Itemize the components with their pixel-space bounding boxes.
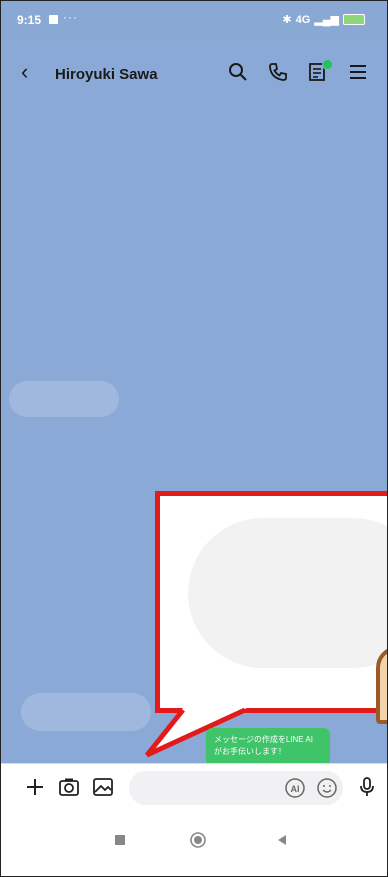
status-icons: ✱ 4G ▂▄▆ [282, 13, 365, 26]
chat-screen: 9:15 ··· ✱ 4G ▂▄▆ ‹ Hiroyuki Sawa メッセージの… [0, 0, 388, 877]
menu-icon[interactable] [347, 61, 369, 83]
highlight-callout [155, 491, 387, 724]
status-bar: 9:15 ··· ✱ 4G ▂▄▆ [1, 1, 387, 41]
status-time: 9:15 [17, 13, 42, 27]
recents-icon[interactable] [113, 833, 127, 852]
system-nav-bar [1, 811, 387, 876]
background-cloud [9, 381, 119, 417]
mic-icon[interactable] [355, 775, 379, 799]
phone-icon[interactable] [267, 61, 289, 83]
more-notifications-icon: ··· [63, 10, 78, 24]
message-input-bar: AI [1, 763, 387, 812]
zoomed-input-pill [188, 518, 387, 668]
message-input[interactable] [129, 771, 343, 805]
tooltip-line-1: メッセージの作成をLINE AI [214, 735, 313, 744]
bluetooth-icon: ✱ [282, 14, 292, 26]
battery-icon [343, 14, 365, 25]
image-icon[interactable] [91, 775, 115, 799]
network-label: 4G [295, 13, 311, 26]
notification-icon [49, 15, 58, 24]
search-icon[interactable] [227, 61, 249, 83]
camera-icon[interactable] [57, 775, 81, 799]
emoji-icon[interactable] [316, 777, 338, 799]
plus-icon[interactable] [23, 775, 47, 799]
signal-icon: ▂▄▆ [314, 14, 339, 26]
new-badge [322, 59, 333, 70]
header-actions [227, 59, 369, 83]
notes-icon[interactable] [307, 59, 333, 83]
chat-header: ‹ Hiroyuki Sawa [1, 41, 387, 109]
background-cloud [21, 693, 151, 731]
chat-title: Hiroyuki Sawa [55, 66, 158, 83]
pointing-hand-icon [376, 646, 387, 724]
ai-icon[interactable]: AI [284, 777, 306, 799]
ai-tooltip: メッセージの作成をLINE AI がお手伝いします！ [206, 728, 330, 775]
back-nav-icon[interactable] [275, 833, 289, 852]
tooltip-line-2: がお手伝いします！ [214, 747, 286, 756]
home-icon[interactable] [189, 831, 207, 854]
ai-label: AI [291, 784, 300, 794]
back-icon[interactable]: ‹ [21, 61, 28, 83]
